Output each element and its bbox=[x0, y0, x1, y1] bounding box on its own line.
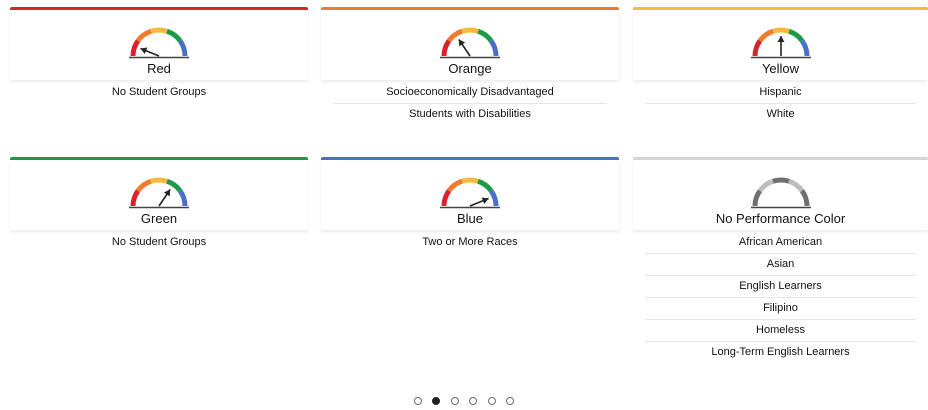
performance-card-yellow: Yellow Hispanic White bbox=[633, 7, 928, 147]
card-title: Blue bbox=[456, 211, 484, 226]
student-group-item: Socioeconomically Disadvantaged bbox=[333, 82, 607, 104]
pagination-dot[interactable] bbox=[450, 397, 459, 405]
student-group-item: Filipino bbox=[645, 298, 916, 320]
card-title: No Performance Color bbox=[715, 211, 846, 226]
gauge-icon bbox=[129, 177, 189, 209]
gauge-segment-blue bbox=[488, 189, 499, 207]
gauge-needle-arrow bbox=[777, 36, 784, 56]
pagination-dot[interactable] bbox=[506, 397, 515, 405]
gauge-segment-green bbox=[477, 28, 494, 43]
gauge-segment-green bbox=[166, 178, 183, 193]
gauge-segment-yellow bbox=[150, 27, 168, 34]
gauge-segment-yellow bbox=[461, 177, 479, 184]
gauge-segment-green bbox=[166, 28, 183, 43]
card-header: Yellow bbox=[633, 10, 928, 80]
card-header: Red bbox=[10, 10, 308, 80]
card-header: Blue bbox=[321, 160, 619, 230]
gauge-needle-arrow bbox=[458, 38, 471, 57]
gauge-segment-yellow bbox=[771, 27, 790, 34]
card-title: Yellow bbox=[761, 61, 800, 76]
gauge-segment-yellow bbox=[461, 27, 479, 34]
gauge-icon bbox=[129, 27, 189, 59]
pagination-dot[interactable] bbox=[487, 397, 496, 405]
gauge-icon bbox=[750, 177, 811, 209]
student-group-list: African American Asian English Learners … bbox=[633, 232, 928, 363]
gauge-segment-blue bbox=[488, 39, 499, 57]
performance-card-orange: Orange Socioeconomically Disadvantaged S… bbox=[321, 7, 619, 147]
performance-card-blue: Blue Two or More Races bbox=[321, 157, 619, 297]
student-group-list: Socioeconomically Disadvantaged Students… bbox=[321, 82, 619, 125]
gauge-segment-red bbox=[752, 189, 762, 207]
performance-card-green: Green No Student Groups bbox=[10, 157, 308, 297]
gauge-segment-orange bbox=[135, 28, 152, 43]
gauge-segment-blue bbox=[177, 39, 188, 57]
student-group-item: No Student Groups bbox=[111, 236, 207, 248]
student-group-item: No Student Groups bbox=[111, 86, 207, 98]
student-group-item: Asian bbox=[645, 254, 916, 276]
gauge-segment-red bbox=[441, 39, 452, 57]
student-group-item: Homeless bbox=[645, 320, 916, 342]
card-header: Green bbox=[10, 160, 308, 230]
pagination-dot[interactable] bbox=[469, 397, 478, 405]
student-group-item: Hispanic bbox=[645, 82, 916, 104]
gauge-segment-yellow bbox=[150, 177, 168, 184]
gauge-icon bbox=[750, 27, 811, 59]
gauge-segment-blue bbox=[177, 189, 188, 207]
carousel-pagination bbox=[0, 392, 928, 410]
gauge-segment-red bbox=[441, 189, 452, 207]
gauge-segment-blue bbox=[799, 189, 809, 207]
gauge-segment-yellow bbox=[771, 177, 790, 184]
pagination-dot-active[interactable] bbox=[432, 397, 441, 405]
student-group-item: African American bbox=[645, 232, 916, 254]
card-title: Green bbox=[140, 211, 178, 226]
gauge-segment-orange bbox=[757, 178, 774, 193]
gauge-needle-arrow bbox=[469, 197, 489, 207]
student-group-item: Long-Term English Learners bbox=[711, 346, 850, 358]
card-header: No Performance Color bbox=[633, 160, 928, 230]
student-group-list: No Student Groups bbox=[10, 82, 308, 103]
student-group-list: Hispanic White bbox=[633, 82, 928, 125]
gauge-segment-red bbox=[130, 189, 141, 207]
gauge-icon bbox=[440, 177, 500, 209]
gauge-segment-green bbox=[477, 178, 494, 193]
gauge-segment-red bbox=[752, 39, 762, 57]
student-group-list: No Student Groups bbox=[10, 232, 308, 253]
gauge-segment-orange bbox=[446, 28, 463, 43]
performance-card-no-color: No Performance Color African American As… bbox=[633, 157, 928, 367]
student-group-item: English Learners bbox=[645, 276, 916, 298]
student-group-list: Two or More Races bbox=[321, 232, 619, 253]
card-header: Orange bbox=[321, 10, 619, 80]
gauge-segment-red bbox=[130, 39, 141, 57]
performance-card-red: Red No Student Groups bbox=[10, 7, 308, 147]
gauge-needle-arrow bbox=[158, 188, 171, 207]
card-title: Red bbox=[147, 61, 171, 76]
gauge-segment-green bbox=[787, 28, 804, 43]
student-group-item: Two or More Races bbox=[422, 236, 518, 248]
pagination-dot[interactable] bbox=[413, 397, 422, 405]
gauge-segment-orange bbox=[446, 178, 463, 193]
student-group-item: White bbox=[766, 108, 795, 120]
gauge-icon bbox=[440, 27, 500, 59]
gauge-segment-green bbox=[787, 178, 804, 193]
gauge-segment-orange bbox=[757, 28, 774, 43]
card-title: Orange bbox=[448, 61, 492, 76]
student-group-item: Students with Disabilities bbox=[409, 108, 531, 120]
gauge-needle-arrow bbox=[140, 47, 160, 57]
gauge-segment-blue bbox=[799, 39, 809, 57]
gauge-segment-orange bbox=[135, 178, 152, 193]
